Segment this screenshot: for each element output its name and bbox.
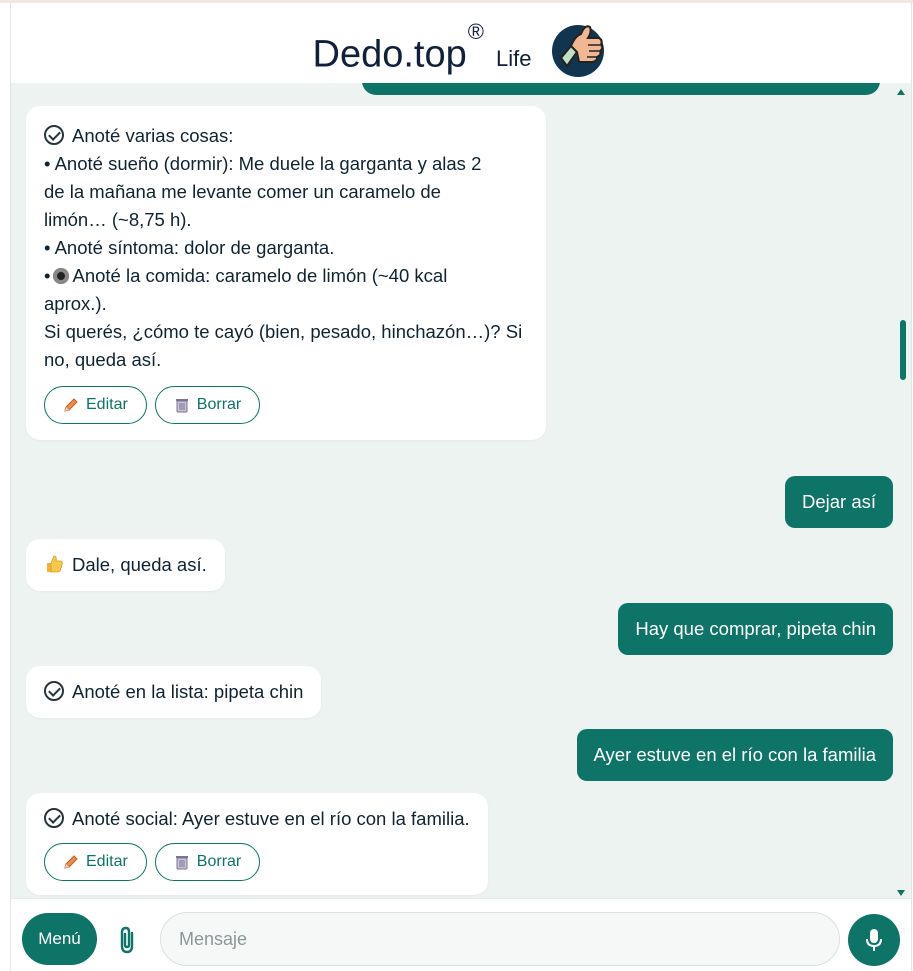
user-message: Hay que comprar, pipeta chin [618,603,893,655]
message-line: limón… (~8,75 h). [44,209,192,230]
chat-scrollbar[interactable] [897,83,911,898]
bot-message: Dale, queda así. [26,539,225,591]
thumbs-up-icon [47,555,63,573]
registered-mark: ® [467,19,484,45]
microphone-icon [866,929,882,951]
user-message: Dejar así [784,476,893,528]
plate-icon [53,268,70,284]
message-actions: Editar Borrar [44,843,470,881]
microphone-button[interactable] [848,914,900,966]
chat-area[interactable]: Anoté varias cosas: • Anoté sueño (dormi… [11,83,911,898]
message-actions: Editar Borrar [44,386,528,424]
brand-product: Life [495,46,532,71]
brand: Dedo.top® Life [312,12,610,77]
pencil-icon [64,855,78,869]
message-composer: Menú [11,898,911,971]
delete-button[interactable]: Borrar [154,386,261,424]
message-line: • Anoté síntoma: dolor de garganta. [44,237,335,258]
message-line: no, queda así. [44,349,162,370]
trash-icon [175,856,188,870]
brand-name: Dedo.top® [312,19,484,76]
menu-button[interactable]: Menú [22,913,97,965]
scroll-down-arrow-icon[interactable] [897,890,905,896]
delete-button[interactable]: Borrar [154,843,261,881]
check-circle-icon [44,808,64,828]
bot-message: Anoté varias cosas: • Anoté sueño (dormi… [26,106,546,440]
message-line: Anoté social: Ayer estuve en el río con … [44,805,470,833]
app-frame: Dedo.top® Life Anoté varias cosas: • Ano… [10,3,912,971]
edit-button[interactable]: Editar [44,843,147,881]
user-message-partial [362,83,880,95]
check-circle-icon [44,125,64,145]
message-line: aprox.). [44,293,107,314]
bot-message: Anoté social: Ayer estuve en el río con … [26,793,488,895]
user-message: Ayer estuve en el río con la familia [576,729,893,781]
message-input[interactable] [160,912,840,966]
message-text: Anoté en la lista: pipeta chin [72,681,304,702]
message-line: de la mañana me levante comer un caramel… [44,181,441,202]
message-text: Dale, queda así. [72,554,207,575]
message-line: • Anoté la comida: caramelo de limón (~40… [44,265,448,286]
message-line: Anoté varias cosas: [44,122,528,150]
scroll-up-arrow-icon[interactable] [897,89,905,95]
bot-message: Anoté en la lista: pipeta chin [26,666,322,718]
pencil-icon [64,398,78,412]
message-line: • Anoté sueño (dormir): Me duele la garg… [44,153,482,174]
app-header: Dedo.top® Life [11,3,911,83]
paperclip-icon[interactable] [115,925,141,955]
thumbs-up-hand-icon [552,25,605,77]
edit-button[interactable]: Editar [44,386,147,424]
message-line: Si querés, ¿cómo te cayó (bien, pesado, … [44,321,523,342]
scrollbar-thumb[interactable] [900,320,906,380]
check-circle-icon [44,681,64,701]
trash-icon [175,399,188,413]
